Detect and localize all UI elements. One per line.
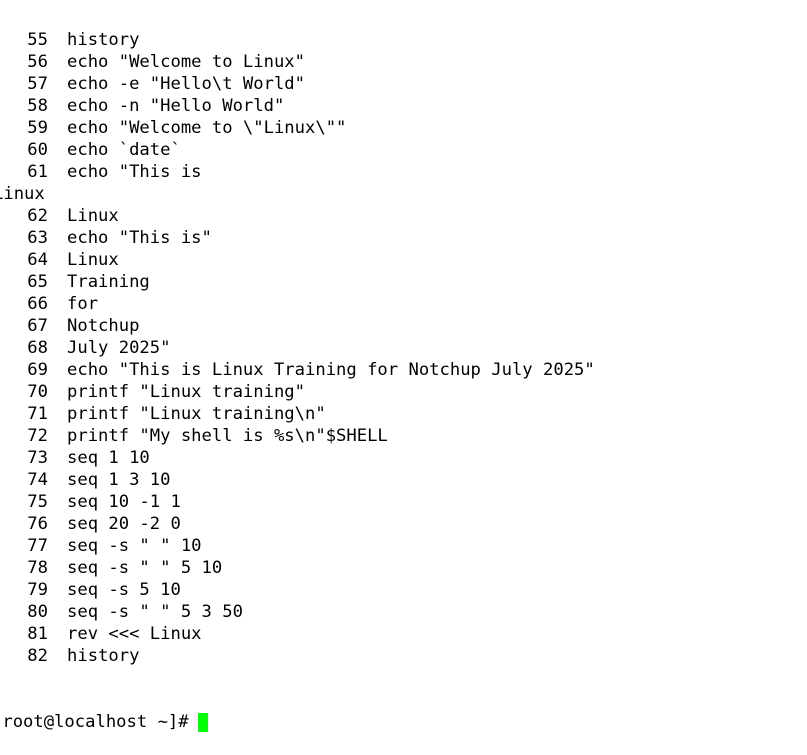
history-command: for xyxy=(67,294,99,314)
history-entry: 82 history xyxy=(0,645,807,667)
history-command: seq 20 -2 0 xyxy=(67,514,181,534)
history-command: seq 1 10 xyxy=(67,448,150,468)
shell-prompt: [root@localhost ~]# xyxy=(0,712,189,732)
history-entry: 66 for xyxy=(0,293,807,315)
history-command: printf "My shell is %s\n"$SHELL xyxy=(67,426,388,446)
history-entry: 81 rev <<< Linux xyxy=(0,623,807,645)
history-command: seq -s 5 10 xyxy=(67,580,181,600)
history-entry: 59 echo "Welcome to \"Linux\"" xyxy=(0,117,807,139)
history-number: 60 xyxy=(27,140,48,160)
history-entry: 69 echo "This is Linux Training for Notch… xyxy=(0,359,807,381)
history-entry: 76 seq 20 -2 0 xyxy=(0,513,807,535)
history-command: history xyxy=(67,646,140,666)
history-entry: 71 printf "Linux training\n" xyxy=(0,403,807,425)
history-number: 75 xyxy=(27,492,48,512)
history-command: seq -s " " 10 xyxy=(67,536,202,556)
history-number: 74 xyxy=(27,470,48,490)
history-number: 55 xyxy=(27,30,48,50)
text-cursor[interactable] xyxy=(197,712,208,732)
history-command: seq -s " " 5 3 50 xyxy=(67,602,243,622)
history-command: Linux xyxy=(67,250,119,270)
history-continuation-text: Linux xyxy=(0,184,45,204)
history-number: 68 xyxy=(27,338,48,358)
history-number: 69 xyxy=(27,360,48,380)
history-number: 63 xyxy=(27,228,48,248)
history-command: echo "This is xyxy=(67,162,202,182)
history-number: 66 xyxy=(27,294,48,314)
history-command: Notchup xyxy=(67,316,140,336)
history-command: seq 10 -1 1 xyxy=(67,492,181,512)
history-entry: 63 echo "This is" xyxy=(0,227,807,249)
history-command: rev <<< Linux xyxy=(67,624,202,644)
history-number: 65 xyxy=(27,272,48,292)
history-entry: 60 echo `date` xyxy=(0,139,807,161)
history-command: echo "Welcome to Linux" xyxy=(67,52,305,72)
history-entry: 67 Notchup xyxy=(0,315,807,337)
history-command: printf "Linux training" xyxy=(67,382,305,402)
history-number: 70 xyxy=(27,382,48,402)
history-entry: 80 seq -s " " 5 3 50 xyxy=(0,601,807,623)
history-number: 79 xyxy=(27,580,48,600)
history-entry: 62 Linux xyxy=(0,205,807,227)
history-command: echo "This is" xyxy=(67,228,212,248)
history-entry: 68 July 2025" xyxy=(0,337,807,359)
history-entry: 65 Training xyxy=(0,271,807,293)
history-command: echo -n "Hello World" xyxy=(67,96,285,116)
history-number: 56 xyxy=(27,52,48,72)
history-number: 72 xyxy=(27,426,48,446)
terminal-window[interactable]: 55 history 56 echo "Welcome to Linux" 57 echo… xyxy=(0,0,807,732)
history-command: printf "Linux training\n" xyxy=(67,404,326,424)
history-entry: 64 Linux xyxy=(0,249,807,271)
history-number: 59 xyxy=(27,118,48,138)
history-command: Linux xyxy=(67,206,119,226)
history-number: 61 xyxy=(27,162,48,182)
history-entry: 75 seq 10 -1 1 xyxy=(0,491,807,513)
shell-prompt-line[interactable]: [root@localhost ~]# xyxy=(0,711,807,733)
history-number: 81 xyxy=(27,624,48,644)
history-entry: 61 echo "This is xyxy=(0,161,807,183)
history-command: echo `date` xyxy=(67,140,181,160)
history-entry: 70 printf "Linux training" xyxy=(0,381,807,403)
history-number: 77 xyxy=(27,536,48,556)
history-command: seq 1 3 10 xyxy=(67,470,171,490)
history-entry: 56 echo "Welcome to Linux" xyxy=(0,51,807,73)
history-entry: 73 seq 1 10 xyxy=(0,447,807,469)
history-entry: 58 echo -n "Hello World" xyxy=(0,95,807,117)
history-output: 55 history 56 echo "Welcome to Linux" 57 echo… xyxy=(0,29,807,667)
history-entry: 72 printf "My shell is %s\n"$SHELL xyxy=(0,425,807,447)
history-command: history xyxy=(67,30,140,50)
history-command: echo -e "Hello\t World" xyxy=(67,74,305,94)
history-number: 73 xyxy=(27,448,48,468)
history-entry: 78 seq -s " " 5 10 xyxy=(0,557,807,579)
history-number: 64 xyxy=(27,250,48,270)
history-command: echo "This is Linux Training for Notchup… xyxy=(67,360,595,380)
history-command: echo "Welcome to \"Linux\"" xyxy=(67,118,347,138)
history-entry: Linux xyxy=(0,183,807,205)
history-entry: 74 seq 1 3 10 xyxy=(0,469,807,491)
history-number: 76 xyxy=(27,514,48,534)
history-number: 80 xyxy=(27,602,48,622)
history-command: seq -s " " 5 10 xyxy=(67,558,223,578)
history-entry: 55 history xyxy=(0,29,807,51)
history-number: 82 xyxy=(27,646,48,666)
history-number: 62 xyxy=(27,206,48,226)
history-number: 58 xyxy=(27,96,48,116)
history-number: 78 xyxy=(27,558,48,578)
history-entry: 79 seq -s 5 10 xyxy=(0,579,807,601)
history-number: 71 xyxy=(27,404,48,424)
history-command: July 2025" xyxy=(67,338,171,358)
history-command: Training xyxy=(67,272,150,292)
history-number: 57 xyxy=(27,74,48,94)
history-entry: 77 seq -s " " 10 xyxy=(0,535,807,557)
history-entry: 57 echo -e "Hello\t World" xyxy=(0,73,807,95)
history-number: 67 xyxy=(27,316,48,336)
